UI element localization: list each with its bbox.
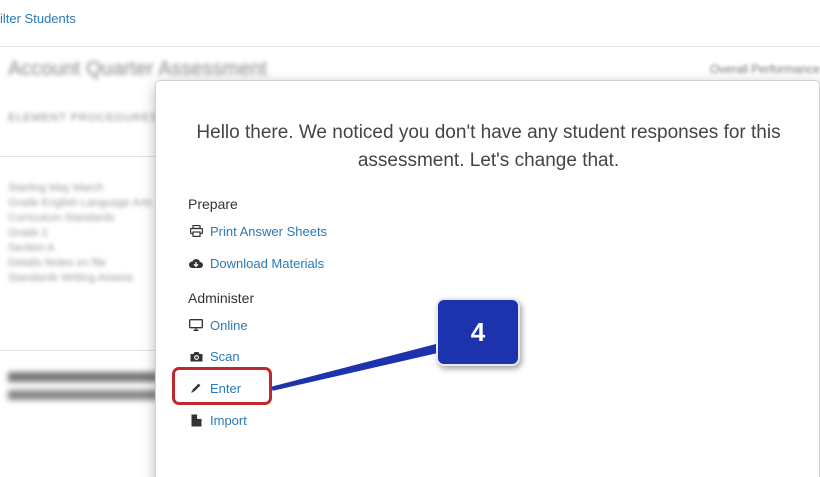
step-number: 4 bbox=[470, 316, 486, 347]
enter-highlight-box bbox=[172, 367, 272, 405]
step-badge: 4 bbox=[436, 298, 520, 366]
callout-arrow bbox=[269, 337, 465, 393]
